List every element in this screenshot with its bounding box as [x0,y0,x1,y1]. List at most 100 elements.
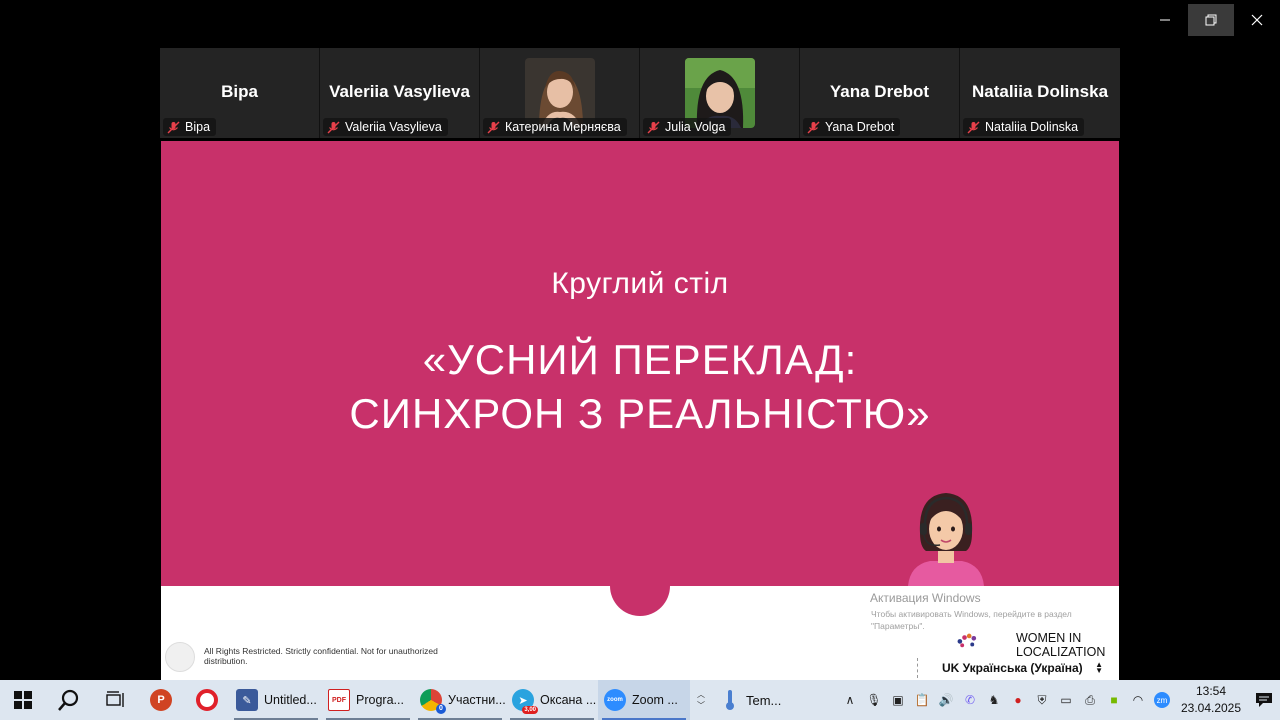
shield-icon: ⛨ [1037,692,1047,707]
battery-icon: ▭ [1060,693,1072,707]
tray-display-button[interactable]: ▣ [886,680,910,720]
taskbar: P ✎ Untitled... PDF Progra... 0 Участни.… [0,680,1280,720]
window-controls [1142,4,1280,36]
slide-subtitle: Круглий стіл [551,267,729,300]
volume-icon: 🔊 [938,693,954,707]
clock-time: 13:54 [1195,684,1227,698]
close-icon [1251,14,1263,26]
slide-title-line: СИНХРОН З РЕАЛЬНІСТЮ» [349,390,931,437]
clipboard-icon: 📋 [914,693,930,707]
taskbar-app[interactable]: PDF Progra... [322,680,414,720]
pdf-icon: PDF [328,689,350,711]
participant-tag-label: Julia Volga [665,120,726,134]
weather-widget[interactable]: Tem... [712,680,798,720]
participant-name-tag: Катерина Мерняєва [483,118,627,136]
muted-mic-icon [327,121,340,133]
wifi-icon: ◠ [1132,693,1144,707]
participant-display-name: Valeriia Vasylieva [329,82,470,101]
tray-wifi-button[interactable]: ◠ [1126,680,1150,720]
camera-icon: ⎙ [1085,692,1095,707]
tray-overflow-button[interactable]: ∧ [838,680,862,720]
language-selector[interactable]: UK Українська (Україна) ▲ ▼ [917,658,1119,678]
paint-icon: ✎ [236,689,258,711]
taskbar-app-label: Оксана ... [540,693,597,707]
participant-name-tag: Yana Drebot [803,118,901,136]
tray-zoom-button[interactable]: zm [1150,680,1174,720]
close-button[interactable] [1234,4,1280,36]
tray-security-button[interactable]: ⛨ [1030,680,1054,720]
app-icon: ♞ [988,693,1000,707]
participant-strip: Віра Віра Valeriia Vasylieva Valeriia Va… [160,48,1120,138]
display-icon: ▣ [892,693,904,707]
participant-tile[interactable]: Valeriia Vasylieva Valeriia Vasylieva [320,48,480,138]
notification-icon [1256,693,1272,707]
minimize-icon [1160,19,1170,21]
taskbar-app-label: Участни... [448,693,506,707]
taskbar-app[interactable]: ➤ 3,00 Оксана ... [506,680,598,720]
participant-display-name: Yana Drebot [829,82,930,101]
participant-tile[interactable]: Nataliia Dolinska Nataliia Dolinska [960,48,1120,138]
participant-name-tag: Віра [163,118,217,136]
restore-icon [1205,14,1217,26]
tray-volume-button[interactable]: 🔊 [934,680,958,720]
shared-slide: Круглий стіл «УСНИЙ ПЕРЕКЛАД: СИНХРОН З … [161,141,1119,586]
chevron-down-icon: ﹀ [697,701,705,710]
taskbar-app-label: Progra... [356,693,404,707]
notification-badge: 3,00 [522,706,538,714]
notification-badge: 0 [436,704,446,714]
tray-notification-app-button[interactable]: ● [1006,680,1030,720]
muted-mic-icon [487,121,500,133]
participant-tile[interactable]: Julia Volga [640,48,800,138]
chevron-up-icon: ︿ [697,690,705,699]
logo-text-line: WOMEN IN [1016,631,1082,645]
thermometer-icon [726,690,734,710]
language-label: UK Українська (Україна) [942,661,1083,675]
participant-name-tag: Valeriia Vasylieva [323,118,448,136]
chrome-icon: 0 [420,689,446,714]
participant-tile[interactable]: Катерина Мерняєва [480,48,640,138]
participant-tag-label: Valeriia Vasylieva [345,120,442,134]
taskbar-app[interactable]: ✎ Untitled... [230,680,322,720]
restore-button[interactable] [1188,4,1234,36]
tray-battery-button[interactable]: ▭ [1054,680,1078,720]
start-button[interactable] [0,680,46,720]
tray-camera-button[interactable]: ⎙ [1078,680,1102,720]
microphone-icon: 🎙 [866,693,882,707]
windows-activation-title: Активация Windows [870,591,981,605]
system-clock[interactable]: 13:54 23.04.2025 [1174,683,1248,717]
screen: Віра Віра Valeriia Vasylieva Valeriia Va… [0,0,1280,720]
nvidia-icon: ■ [1110,693,1118,707]
muted-mic-icon [647,121,660,133]
opera-taskbar-icon[interactable] [184,680,230,720]
task-view-button[interactable] [92,680,138,720]
participant-tile[interactable]: Віра Віра [160,48,320,138]
taskbar-app[interactable]: 0 Участни... [414,680,506,720]
search-button[interactable] [46,680,92,720]
participant-tag-label: Катерина Мерняєва [505,120,621,134]
decorative-circle [610,586,670,616]
minimize-button[interactable] [1142,4,1188,36]
participant-display-name: Віра [221,82,258,101]
slide-footer: All Rights Restricted. Strictly confiden… [161,586,1119,680]
opera-icon [196,689,218,711]
powerpoint-taskbar-icon[interactable]: P [138,680,184,720]
tray-nvidia-button[interactable]: ■ [1102,680,1126,720]
windows-start-icon [14,691,32,709]
search-icon [58,689,79,711]
tray-clipboard-button[interactable]: 📋 [910,680,934,720]
taskbar-app-label: Untitled... [264,693,317,707]
tray-mic-button[interactable]: 🎙 [862,680,886,720]
muted-mic-icon [967,121,980,133]
taskbar-scroll[interactable]: ︿ ﹀ [690,680,712,720]
taskbar-app-active[interactable]: zoom Zoom ... [598,680,690,720]
logo-text: WOMEN IN LOCALIZATION [1016,631,1105,659]
zoom-icon: zoom [604,689,626,711]
participant-tile[interactable]: Yana Drebot Yana Drebot [800,48,960,138]
action-center-button[interactable] [1248,692,1280,708]
chevron-updown-icon: ▲ ▼ [1095,660,1103,675]
footer-badge [165,642,195,672]
telegram-icon: ➤ 3,00 [512,689,538,714]
taskbar-app-label: Zoom ... [632,693,678,707]
tray-viber-button[interactable]: ✆ [958,680,982,720]
tray-app-button[interactable]: ♞ [982,680,1006,720]
